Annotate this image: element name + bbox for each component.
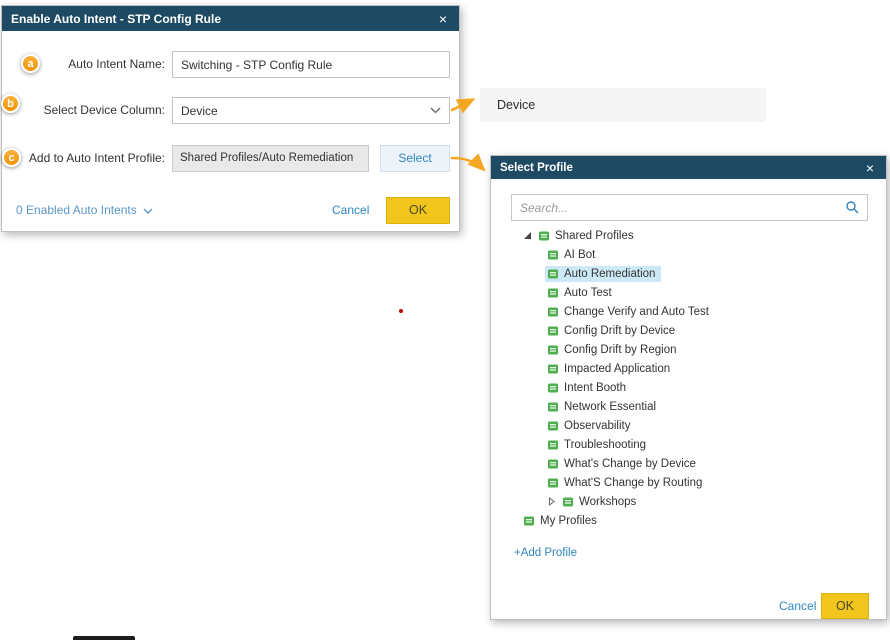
tree-item-what-s-change-by-device[interactable]: What's Change by Device	[491, 454, 886, 473]
close-icon[interactable]: ×	[863, 159, 877, 177]
tree-item-label: My Profiles	[540, 515, 597, 527]
tree-item-what-s-change-by-routing[interactable]: What'S Change by Routing	[491, 473, 886, 492]
enable-auto-intent-dialog: Enable Auto Intent - STP Config Rule × A…	[1, 5, 460, 232]
tree-item-my-profiles[interactable]: My Profiles	[491, 511, 886, 530]
device-column-label: Select Device Column:	[2, 97, 165, 124]
select-profile-button[interactable]: Select	[380, 145, 450, 172]
tree-item-label: Config Drift by Region	[564, 344, 677, 356]
profile-icon	[547, 344, 559, 356]
close-icon[interactable]: ×	[436, 10, 450, 28]
profile-icon	[547, 249, 559, 261]
tree-item-label: Auto Remediation	[564, 268, 655, 280]
enable-auto-intent-dialog-titlebar: Enable Auto Intent - STP Config Rule ×	[2, 6, 459, 31]
tree-item-troubleshooting[interactable]: Troubleshooting	[491, 435, 886, 454]
device-column-callout: Device	[480, 88, 766, 122]
select-profile-dialog: Select Profile × Shared Profiles AI Bot Au…	[490, 155, 887, 620]
select-profile-dialog-titlebar: Select Profile ×	[491, 156, 886, 179]
tree-item-label: AI Bot	[564, 249, 595, 261]
screenshot-page: Enable Auto Intent - STP Config Rule × A…	[0, 0, 890, 640]
expand-icon[interactable]	[545, 497, 558, 506]
tree-item-auto-remediation[interactable]: Auto Remediation	[491, 264, 886, 283]
tree-item-impacted-application[interactable]: Impacted Application	[491, 359, 886, 378]
auto-intent-name-input[interactable]	[172, 51, 450, 78]
auto-intent-profile-value: Shared Profiles/Auto Remediation	[172, 145, 369, 172]
cancel-link[interactable]: Cancel	[779, 593, 816, 619]
enabled-auto-intents-label: 0 Enabled Auto Intents	[16, 197, 137, 224]
tree-item-label: Workshops	[579, 496, 636, 508]
tree-item-config-drift-by-region[interactable]: Config Drift by Region	[491, 340, 886, 359]
profile-icon	[538, 230, 550, 242]
tree-item-shared-profiles[interactable]: Shared Profiles	[491, 226, 886, 245]
profile-icon	[547, 287, 559, 299]
profile-icon	[547, 458, 559, 470]
dialog-title: Select Profile	[500, 162, 573, 174]
tree-item-intent-booth[interactable]: Intent Booth	[491, 378, 886, 397]
tree-item-label: Observability	[564, 420, 630, 432]
search-icon[interactable]	[845, 200, 860, 215]
cancel-link[interactable]: Cancel	[332, 197, 369, 224]
profile-icon	[547, 439, 559, 451]
chevron-down-icon	[430, 107, 441, 114]
tree-item-label: What's Change by Device	[564, 458, 696, 470]
profile-icon	[523, 515, 535, 527]
profile-search-input[interactable]	[512, 195, 845, 220]
profile-tree: Shared Profiles AI Bot Auto Remediation Aut…	[491, 226, 886, 530]
tree-item-config-drift-by-device[interactable]: Config Drift by Device	[491, 321, 886, 340]
tree-item-label: Shared Profiles	[555, 230, 634, 242]
profile-search-box	[511, 194, 868, 221]
tree-item-label: Change Verify and Auto Test	[564, 306, 709, 318]
profile-icon	[547, 477, 559, 489]
device-column-callout-text: Device	[480, 88, 766, 122]
tree-item-ai-bot[interactable]: AI Bot	[491, 245, 886, 264]
red-dot-marker	[399, 309, 403, 313]
dialog-title: Enable Auto Intent - STP Config Rule	[11, 12, 221, 26]
auto-intent-profile-label: Add to Auto Intent Profile:	[2, 145, 165, 172]
tree-item-observability[interactable]: Observability	[491, 416, 886, 435]
ok-button[interactable]: OK	[821, 593, 869, 619]
tree-item-auto-test[interactable]: Auto Test	[491, 283, 886, 302]
screen-edge-artifact	[73, 636, 135, 640]
tree-item-label: What'S Change by Routing	[564, 477, 702, 489]
ok-button[interactable]: OK	[386, 197, 450, 224]
profile-icon	[547, 420, 559, 432]
step-badge-c: c	[2, 148, 21, 167]
device-column-select-value: Device	[181, 104, 218, 118]
profile-icon	[547, 363, 559, 375]
profile-icon	[547, 306, 559, 318]
add-profile-link[interactable]: +Add Profile	[514, 547, 577, 559]
enabled-auto-intents-toggle[interactable]: 0 Enabled Auto Intents	[16, 197, 153, 224]
collapse-icon[interactable]	[521, 231, 534, 240]
tree-item-network-essential[interactable]: Network Essential	[491, 397, 886, 416]
tree-item-label: Impacted Application	[564, 363, 670, 375]
tree-item-change-verify-and-auto-test[interactable]: Change Verify and Auto Test	[491, 302, 886, 321]
profile-icon	[547, 401, 559, 413]
tree-item-label: Config Drift by Device	[564, 325, 675, 337]
profile-icon	[547, 382, 559, 394]
tree-item-workshops[interactable]: Workshops	[491, 492, 886, 511]
profile-icon	[547, 325, 559, 337]
tree-item-label: Network Essential	[564, 401, 656, 413]
tree-item-label: Auto Test	[564, 287, 612, 299]
tree-item-label: Intent Booth	[564, 382, 626, 394]
step-badge-a: a	[21, 54, 40, 73]
chevron-down-icon	[143, 197, 153, 224]
device-column-select[interactable]: Device	[172, 97, 450, 124]
tree-item-label: Troubleshooting	[564, 439, 646, 451]
profile-icon	[562, 496, 574, 508]
step-badge-b: b	[1, 94, 20, 113]
profile-icon	[547, 268, 559, 280]
